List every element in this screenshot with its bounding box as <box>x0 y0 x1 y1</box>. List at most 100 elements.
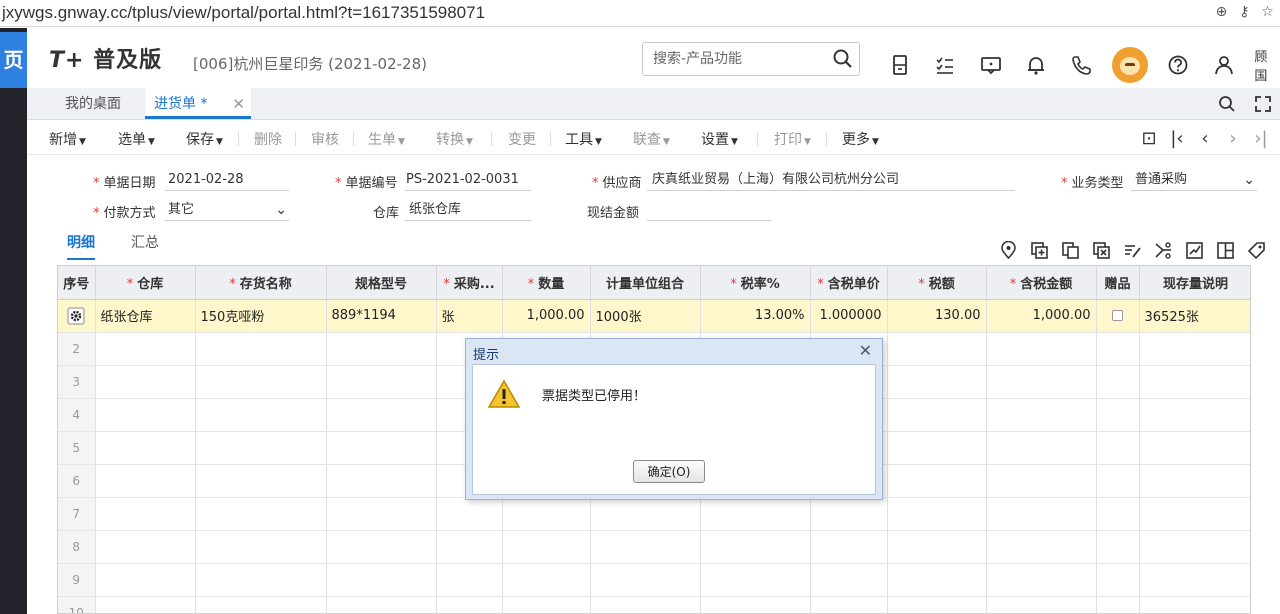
cell-purchase-unit[interactable]: 张 <box>436 299 503 333</box>
empty-cell[interactable] <box>326 332 437 366</box>
empty-cell[interactable] <box>326 530 437 564</box>
col-header-unit-group[interactable]: 计量单位组合 <box>590 266 701 300</box>
empty-cell[interactable] <box>986 596 1097 613</box>
empty-cell[interactable] <box>590 530 701 564</box>
more-button[interactable]: 更多 ▼ <box>842 129 879 149</box>
col-header-unit-price[interactable]: * 含税单价 <box>810 266 888 300</box>
cell-tax[interactable]: 130.00 <box>887 299 987 333</box>
tools-button[interactable]: 工具 ▼ <box>565 129 602 149</box>
empty-cell[interactable] <box>95 596 196 613</box>
cell-stock[interactable]: 36525张 <box>1139 299 1250 333</box>
empty-cell[interactable] <box>195 464 327 498</box>
empty-cell[interactable] <box>1096 365 1140 399</box>
empty-cell[interactable] <box>195 530 327 564</box>
empty-cell[interactable] <box>810 530 888 564</box>
col-header-quantity[interactable]: * 数量 <box>502 266 591 300</box>
col-header-stock[interactable]: 现存量说明 <box>1139 266 1250 300</box>
empty-cell[interactable] <box>700 563 811 597</box>
empty-cell[interactable] <box>887 332 987 366</box>
gear-icon[interactable] <box>67 307 85 325</box>
empty-cell[interactable] <box>502 563 591 597</box>
doc-date-field[interactable]: 2021-02-28 <box>165 169 289 191</box>
split-icon[interactable] <box>1154 241 1173 260</box>
empty-cell[interactable] <box>810 596 888 613</box>
empty-cell[interactable] <box>1139 464 1250 498</box>
empty-cell[interactable] <box>887 563 987 597</box>
convert-button[interactable]: 转换 ▼ <box>436 129 473 149</box>
close-icon[interactable]: ✕ <box>859 341 872 360</box>
empty-cell[interactable] <box>986 431 1097 465</box>
help-button[interactable] <box>1156 51 1201 79</box>
empty-cell[interactable] <box>887 596 987 613</box>
select-order-button[interactable]: 选单 ▼ <box>118 129 155 149</box>
empty-cell[interactable] <box>195 563 327 597</box>
tab-purchase-receipt[interactable]: 进货单 * ✕ <box>145 88 251 119</box>
tasks-button[interactable] <box>922 51 967 79</box>
empty-cell[interactable] <box>810 497 888 531</box>
avatar[interactable] <box>1112 47 1148 83</box>
column-settings-icon[interactable] <box>1216 241 1235 260</box>
empty-cell[interactable] <box>1139 563 1250 597</box>
edit-icon[interactable] <box>1123 241 1142 260</box>
empty-cell[interactable] <box>195 365 327 399</box>
cash-amount-field[interactable] <box>647 199 771 221</box>
empty-cell[interactable] <box>95 398 196 432</box>
col-header-spec[interactable]: 规格型号 <box>326 266 437 300</box>
empty-cell[interactable] <box>326 464 437 498</box>
col-header-row-no[interactable]: 序号 <box>58 266 96 300</box>
message-button[interactable] <box>968 51 1013 79</box>
subtab-detail[interactable]: 明细 <box>67 232 95 260</box>
new-button[interactable]: 新增 ▼ <box>49 129 86 149</box>
fullscreen-icon[interactable] <box>1254 95 1272 113</box>
biz-type-select[interactable]: 普通采购 ⌄ <box>1131 169 1257 191</box>
empty-cell[interactable] <box>810 563 888 597</box>
empty-cell[interactable] <box>887 431 987 465</box>
empty-cell[interactable] <box>95 365 196 399</box>
empty-cell[interactable] <box>590 497 701 531</box>
empty-cell[interactable] <box>95 431 196 465</box>
empty-cell[interactable] <box>1139 431 1250 465</box>
search-input[interactable] <box>653 44 833 74</box>
payment-select[interactable]: 其它 ⌄ <box>165 199 289 221</box>
empty-cell[interactable] <box>1096 464 1140 498</box>
approve-button[interactable]: 审核 <box>311 129 339 149</box>
empty-cell[interactable] <box>95 497 196 531</box>
add-row-icon[interactable] <box>1030 241 1049 260</box>
empty-cell[interactable] <box>326 431 437 465</box>
empty-cell[interactable] <box>436 563 503 597</box>
preview-icon[interactable]: ⊡ <box>1140 128 1158 149</box>
browser-address-bar[interactable]: jxywgs.gnway.cc/tplus/view/portal/portal… <box>0 0 1280 27</box>
empty-cell[interactable] <box>1096 530 1140 564</box>
previous-record-icon[interactable]: ‹ <box>1196 128 1214 149</box>
nav-home-button[interactable]: 页 <box>0 32 27 88</box>
cell-spec[interactable]: 889*1194 <box>326 299 437 333</box>
search-box[interactable] <box>642 42 860 76</box>
empty-cell[interactable] <box>590 563 701 597</box>
empty-cell[interactable] <box>1096 398 1140 432</box>
empty-cell[interactable] <box>1096 332 1140 366</box>
empty-cell[interactable] <box>590 596 701 613</box>
empty-cell[interactable] <box>195 497 327 531</box>
warehouse-field[interactable]: 纸张仓库 <box>405 199 531 221</box>
cell-unit-group[interactable]: 1000张 <box>590 299 701 333</box>
save-button[interactable]: 保存 ▼ <box>186 129 223 149</box>
empty-cell[interactable] <box>986 563 1097 597</box>
empty-cell[interactable] <box>986 497 1097 531</box>
col-header-gift[interactable]: 赠品 <box>1096 266 1140 300</box>
cell-unit-price[interactable]: 1.000000 <box>810 299 888 333</box>
table-row[interactable]: 9 <box>58 563 1250 597</box>
empty-cell[interactable] <box>986 530 1097 564</box>
calculator-button[interactable] <box>877 51 922 79</box>
star-icon[interactable]: ☆ <box>1259 4 1276 21</box>
search-icon[interactable] <box>1218 95 1236 113</box>
row-settings-cell[interactable] <box>58 299 96 333</box>
doc-no-field[interactable]: PS-2021-02-0031 <box>405 169 531 191</box>
notification-button[interactable] <box>1013 51 1058 79</box>
empty-cell[interactable] <box>326 596 437 613</box>
empty-cell[interactable] <box>887 464 987 498</box>
subtab-summary[interactable]: 汇总 <box>131 232 159 260</box>
lookup-button[interactable]: 联查 ▼ <box>633 129 670 149</box>
settings-button[interactable]: 设置 ▼ <box>701 129 738 149</box>
empty-cell[interactable] <box>986 464 1097 498</box>
cell-warehouse[interactable]: 纸张仓库 <box>95 299 196 333</box>
